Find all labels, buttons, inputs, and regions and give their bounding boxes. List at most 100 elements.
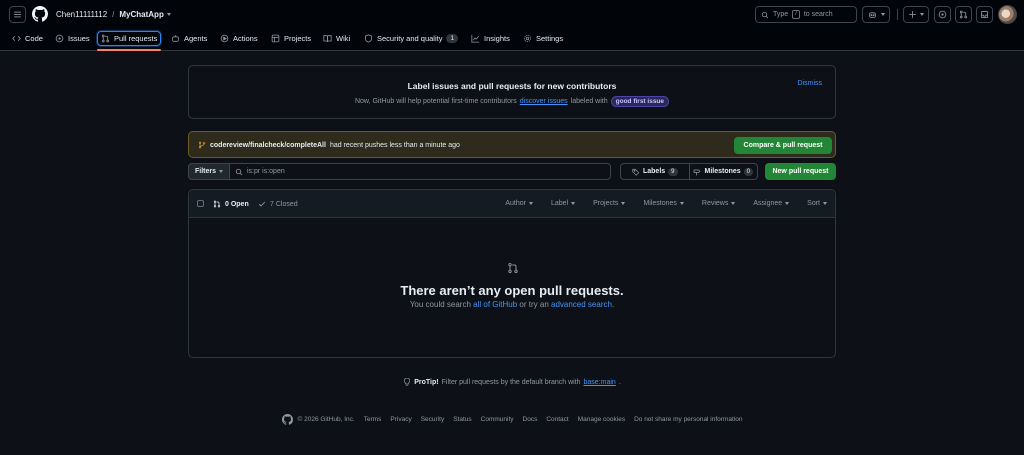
- breadcrumb-repo[interactable]: MyChatApp: [119, 10, 171, 19]
- reviews-menu[interactable]: Reviews: [701, 200, 736, 207]
- menu-button[interactable]: [9, 6, 26, 23]
- inbox-button[interactable]: [976, 6, 993, 23]
- tab-pull-requests[interactable]: Pull requests: [97, 31, 162, 46]
- select-all-checkbox[interactable]: [197, 200, 204, 207]
- github-mark-icon[interactable]: [281, 414, 293, 425]
- tab-label: Insights: [484, 34, 510, 43]
- base-main-link[interactable]: base:main: [584, 379, 616, 386]
- shield-icon: [365, 34, 372, 43]
- push-message: had recent pushes less than a minute ago: [329, 141, 460, 149]
- light-bulb-icon: [404, 378, 411, 386]
- dismiss-button[interactable]: Dismiss: [798, 80, 823, 87]
- chevron-down-icon: [880, 13, 885, 16]
- search-to-search-text: to search: [803, 11, 833, 18]
- code-icon: [12, 35, 21, 42]
- footer-link-do-not-share[interactable]: Do not share my personal information: [634, 416, 742, 423]
- header-divider: [897, 9, 898, 20]
- tab-insights[interactable]: Insights: [468, 31, 513, 46]
- empty-text-mid: or try an: [519, 300, 549, 309]
- menu-label: Reviews: [701, 200, 729, 207]
- global-search-input[interactable]: Type / to search: [755, 6, 857, 23]
- protip-label: ProTip!: [414, 378, 439, 386]
- search-icon: [761, 11, 769, 18]
- milestone-icon: [694, 169, 701, 175]
- gear-icon: [524, 35, 531, 42]
- footer-link-manage-cookies[interactable]: Manage cookies: [578, 416, 625, 423]
- footer-link-privacy[interactable]: Privacy: [390, 416, 411, 423]
- breadcrumb-owner[interactable]: Chen11111112: [56, 10, 107, 19]
- protip-end: .: [618, 378, 621, 386]
- chevron-down-icon: [219, 170, 223, 173]
- tab-code[interactable]: Code: [9, 31, 46, 46]
- tab-label: Security and quality: [377, 34, 443, 43]
- git-pull-request-icon: [101, 34, 110, 43]
- issues-button[interactable]: [934, 6, 951, 23]
- all-of-github-link[interactable]: all of GitHub: [473, 300, 517, 309]
- chevron-down-icon: [823, 202, 827, 205]
- inbox-icon: [980, 10, 989, 19]
- good-first-issue-label[interactable]: good first issue: [610, 96, 670, 107]
- search-input[interactable]: is:pr is:open: [229, 163, 611, 180]
- chevron-down-icon: [785, 202, 790, 205]
- tab-agents[interactable]: Agents: [168, 31, 210, 46]
- empty-state: There aren’t any open pull requests. You…: [189, 218, 835, 358]
- new-pull-request-button[interactable]: New pull request: [765, 163, 836, 180]
- footer-link-terms[interactable]: Terms: [364, 416, 382, 423]
- milestones-button[interactable]: Milestones 0: [688, 164, 758, 179]
- labels-milestones-group: Labels 9 Milestones 0: [620, 163, 758, 180]
- pull-requests-button[interactable]: [955, 6, 972, 23]
- new-contributors-banner: Label issues and pull requests for new c…: [188, 65, 836, 119]
- labels-button[interactable]: Labels 9: [621, 164, 689, 179]
- tab-label: Issues: [68, 34, 90, 43]
- global-header: Chen11111112 / MyChatApp Type / to searc…: [0, 0, 1024, 51]
- author-menu[interactable]: Author: [505, 200, 533, 207]
- chevron-down-icon: [920, 13, 924, 16]
- site-footer: © 2026 GitHub, Inc. Terms Privacy Securi…: [0, 414, 1024, 425]
- recent-push-notice: codereview/finalcheck/completeAll had re…: [188, 131, 836, 158]
- open-count: 0 Open: [225, 200, 249, 208]
- breadcrumb-separator: /: [112, 10, 115, 19]
- label-menu[interactable]: Label: [551, 200, 576, 207]
- protip-text: Filter pull requests by the default bran…: [441, 378, 581, 386]
- list-filter-menus: Author Label Projects Milestones Reviews…: [505, 200, 827, 207]
- empty-state-subtitle: You could search all of GitHub or try an…: [189, 300, 835, 309]
- tab-settings[interactable]: Settings: [520, 31, 566, 46]
- banner-text-before: Now, GitHub will help potential first-ti…: [354, 98, 517, 105]
- branch-name[interactable]: codereview/finalcheck/completeAll: [210, 142, 326, 149]
- filters-button[interactable]: Filters: [188, 163, 230, 180]
- avatar[interactable]: [998, 5, 1017, 24]
- footer-link-contact[interactable]: Contact: [546, 416, 568, 423]
- closed-filter[interactable]: 7 Closed: [258, 200, 298, 208]
- copilot-button[interactable]: [862, 6, 890, 23]
- active-tab-underline: [97, 49, 161, 51]
- open-filter[interactable]: 0 Open: [213, 200, 249, 208]
- assignee-menu[interactable]: Assignee: [753, 200, 790, 207]
- tab-security[interactable]: Security and quality 1: [361, 31, 461, 46]
- list-header: 0 Open 7 Closed Author Label Projects Mi…: [189, 190, 835, 218]
- chevron-down-icon: [731, 202, 736, 205]
- footer-link-status[interactable]: Status: [453, 416, 471, 423]
- footer-link-security[interactable]: Security: [421, 416, 444, 423]
- sort-menu[interactable]: Sort: [807, 200, 827, 207]
- milestones-menu[interactable]: Milestones: [643, 200, 684, 207]
- advanced-search-link[interactable]: advanced search: [551, 300, 612, 309]
- tab-wiki[interactable]: Wiki: [320, 31, 353, 46]
- github-logo-icon[interactable]: [32, 6, 48, 22]
- footer-link-docs[interactable]: Docs: [523, 416, 538, 423]
- tab-actions[interactable]: Actions: [217, 31, 261, 46]
- tab-label: Wiki: [336, 34, 351, 43]
- menu-label: Assignee: [753, 200, 783, 207]
- footer-link-community[interactable]: Community: [481, 416, 514, 423]
- tab-issues[interactable]: Issues: [52, 31, 93, 46]
- banner-title: Label issues and pull requests for new c…: [407, 81, 617, 91]
- projects-menu[interactable]: Projects: [593, 200, 626, 207]
- banner-text: Now, GitHub will help potential first-ti…: [189, 96, 835, 107]
- agent-icon: [172, 35, 179, 42]
- header-top-row: Chen11111112 / MyChatApp Type / to searc…: [0, 0, 1024, 30]
- pull-request-list: 0 Open 7 Closed Author Label Projects Mi…: [188, 189, 836, 358]
- tab-projects[interactable]: Projects: [268, 31, 314, 46]
- empty-text-end: .: [611, 300, 615, 309]
- create-new-button[interactable]: [903, 6, 929, 23]
- compare-pull-request-button[interactable]: Compare & pull request: [734, 137, 832, 154]
- discover-issues-link[interactable]: discover issues: [520, 98, 568, 105]
